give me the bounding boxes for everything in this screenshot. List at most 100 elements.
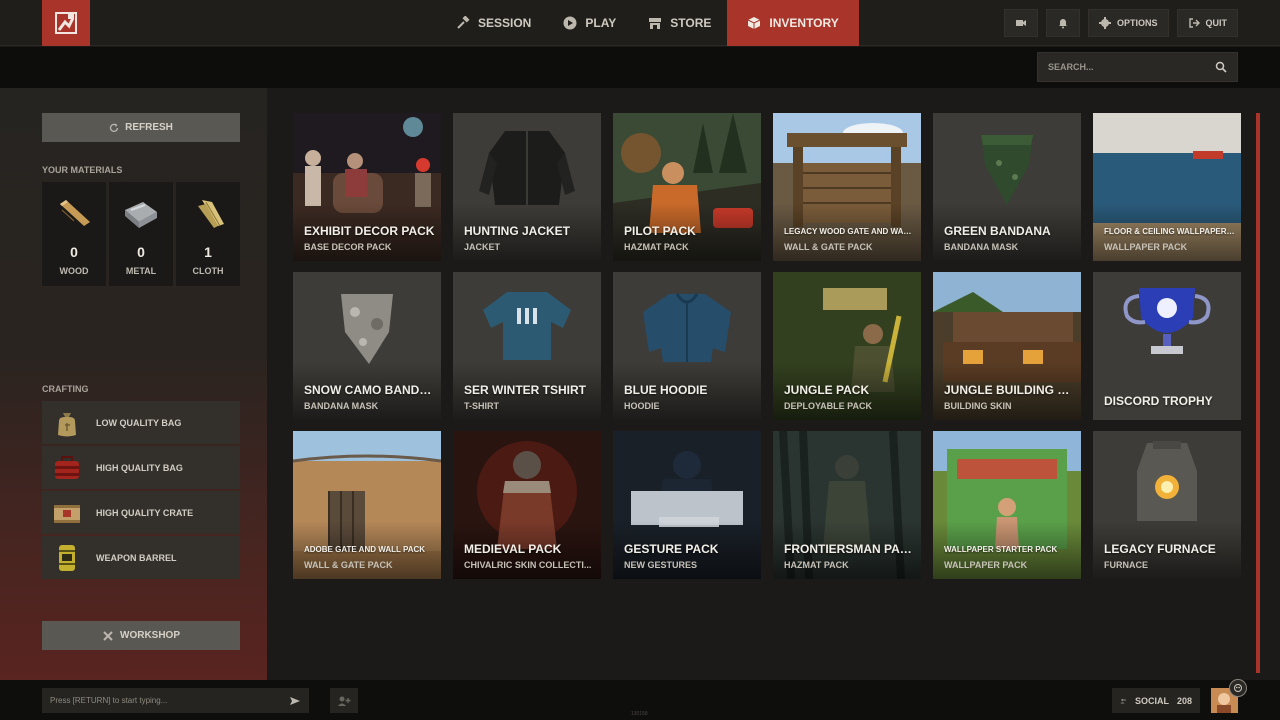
- item-name: PILOT PACK: [624, 224, 696, 238]
- social-label: SOCIAL: [1134, 695, 1169, 706]
- crafting-title: CRAFTING: [42, 384, 89, 394]
- barrel-icon: [59, 544, 75, 571]
- item-card[interactable]: GREEN BANDANA BANDANA MASK: [933, 113, 1081, 261]
- play-icon: [563, 16, 577, 30]
- nav-play[interactable]: PLAY: [547, 0, 632, 46]
- avatar-badge[interactable]: [1229, 679, 1247, 697]
- item-card[interactable]: WALLPAPER STARTER PACK WALLPAPER PACK: [933, 431, 1081, 579]
- sidebar: REFRESH YOUR MATERIALS 0 WOOD 0 METAL 1 …: [0, 88, 267, 680]
- add-friend-button[interactable]: [330, 688, 358, 713]
- nav-inventory-label: INVENTORY: [769, 16, 839, 30]
- notifications-button[interactable]: [1045, 9, 1080, 37]
- nav-play-label: PLAY: [585, 16, 617, 30]
- item-type: JACKET: [464, 242, 501, 252]
- chat-box[interactable]: [42, 688, 309, 713]
- nav-inventory[interactable]: INVENTORY: [727, 0, 859, 46]
- top-nav-bar: SESSION PLAY STORE INVENTORY OPTIONS QUI…: [0, 0, 1280, 46]
- low-quality-bag-icon: [58, 412, 76, 436]
- sub-bar: [0, 47, 1280, 88]
- exit-icon: [1188, 18, 1200, 28]
- chat-input[interactable]: [50, 696, 289, 705]
- item-type: HAZMAT PACK: [624, 242, 689, 252]
- item-name: DISCORD TROPHY: [1104, 394, 1213, 408]
- top-right-controls: OPTIONS QUIT: [1003, 9, 1238, 37]
- item-card[interactable]: LEGACY FURNACE FURNACE: [1093, 431, 1241, 579]
- quit-button[interactable]: QUIT: [1176, 9, 1238, 37]
- materials-panel: 0 WOOD 0 METAL 1 CLOTH: [42, 182, 240, 286]
- item-card[interactable]: DISCORD TROPHY: [1093, 272, 1241, 420]
- item-name: LEGACY WOOD GATE AND WALL P...: [784, 227, 915, 236]
- item-type: WALL & GATE PACK: [784, 242, 873, 252]
- camera-button[interactable]: [1003, 9, 1038, 37]
- item-name: WALLPAPER STARTER PACK: [944, 545, 1058, 554]
- item-card[interactable]: BLUE HOODIE HOODIE: [613, 272, 761, 420]
- options-button[interactable]: OPTIONS: [1087, 9, 1169, 37]
- refresh-button[interactable]: REFRESH: [42, 113, 240, 142]
- rust-logo-icon: [55, 12, 77, 34]
- nav-session[interactable]: SESSION: [440, 0, 547, 46]
- workshop-button[interactable]: WORKSHOP: [42, 621, 240, 650]
- friends-icon: [1120, 698, 1126, 703]
- craft-label: WEAPON BARREL: [96, 552, 177, 563]
- search-input[interactable]: [1048, 62, 1215, 72]
- main-nav: SESSION PLAY STORE INVENTORY: [440, 0, 859, 46]
- nav-store-label: STORE: [670, 16, 712, 30]
- item-type: CHIVALRIC SKIN COLLECTI...: [464, 560, 592, 570]
- item-card[interactable]: ADOBE GATE AND WALL PACK WALL & GATE PAC…: [293, 431, 441, 579]
- item-name: LEGACY FURNACE: [1104, 542, 1216, 556]
- controller-icon: [1234, 684, 1242, 692]
- item-type: BANDANA MASK: [304, 401, 379, 411]
- item-type: WALLPAPER PACK: [1104, 242, 1188, 252]
- craft-low-quality-bag[interactable]: LOW QUALITY BAG: [42, 401, 240, 444]
- craft-high-quality-bag[interactable]: HIGH QUALITY BAG: [42, 446, 240, 489]
- item-name: JUNGLE BUILDING SKIN: [944, 383, 1075, 397]
- crafting-list: LOW QUALITY BAG HIGH QUALITY BAG HIGH QU…: [42, 401, 240, 581]
- craft-weapon-barrel[interactable]: WEAPON BARREL: [42, 536, 240, 579]
- cloth-label: CLOTH: [192, 266, 224, 276]
- search-box[interactable]: [1037, 52, 1238, 82]
- bottom-bar: 130158 SOCIAL 208: [0, 680, 1280, 720]
- item-card[interactable]: MEDIEVAL PACK CHIVALRIC SKIN COLLECTI...: [453, 431, 601, 579]
- item-card[interactable]: SNOW CAMO BANDANA BANDANA MASK: [293, 272, 441, 420]
- material-wood: 0 WOOD: [42, 182, 106, 286]
- item-card[interactable]: LEGACY WOOD GATE AND WALL P... WALL & GA…: [773, 113, 921, 261]
- social-button[interactable]: SOCIAL 208: [1112, 688, 1200, 713]
- nav-store[interactable]: STORE: [632, 0, 727, 46]
- metal-icon: [125, 202, 157, 228]
- item-card[interactable]: SER WINTER TSHIRT T-SHIRT: [453, 272, 601, 420]
- item-type: BANDANA MASK: [944, 242, 1019, 252]
- wood-count: 0: [70, 244, 78, 260]
- send-icon[interactable]: [289, 695, 301, 707]
- item-card[interactable]: HUNTING JACKET JACKET: [453, 113, 601, 261]
- item-name: GREEN BANDANA: [944, 224, 1051, 238]
- craft-high-quality-crate[interactable]: HIGH QUALITY CRATE: [42, 491, 240, 534]
- high-quality-bag-icon: [55, 455, 79, 479]
- item-type: BUILDING SKIN: [944, 401, 1012, 411]
- item-card[interactable]: JUNGLE BUILDING SKIN BUILDING SKIN: [933, 272, 1081, 420]
- item-card[interactable]: EXHIBIT DECOR PACK BASE DECOR PACK: [293, 113, 441, 261]
- scrollbar[interactable]: [1256, 113, 1260, 673]
- search-icon[interactable]: [1215, 61, 1227, 73]
- item-name: BLUE HOODIE: [624, 383, 708, 397]
- item-card[interactable]: JUNGLE PACK DEPLOYABLE PACK: [773, 272, 921, 420]
- item-card[interactable]: FLOOR & CEILING WALLPAPER PA... WALLPAPE…: [1093, 113, 1241, 261]
- item-card[interactable]: FRONTIERSMAN PACK HAZMAT PACK: [773, 431, 921, 579]
- options-label: OPTIONS: [1116, 18, 1158, 28]
- item-name: MEDIEVAL PACK: [464, 542, 562, 556]
- rust-logo[interactable]: [42, 0, 90, 46]
- item-name: HUNTING JACKET: [464, 224, 571, 238]
- version-text: 130158: [631, 711, 648, 717]
- tools-icon: [103, 630, 113, 641]
- item-card[interactable]: PILOT PACK HAZMAT PACK: [613, 113, 761, 261]
- item-name: GESTURE PACK: [624, 542, 719, 556]
- item-card[interactable]: GESTURE PACK NEW GESTURES: [613, 431, 761, 579]
- item-type: FURNACE: [1104, 560, 1148, 570]
- item-name: SNOW CAMO BANDANA: [304, 383, 435, 397]
- item-type: BASE DECOR PACK: [304, 242, 392, 252]
- hammer-icon: [457, 16, 470, 29]
- wood-label: WOOD: [59, 266, 89, 276]
- gear-icon: [1098, 17, 1111, 29]
- refresh-label: REFRESH: [125, 122, 173, 133]
- item-name: SER WINTER TSHIRT: [464, 383, 586, 397]
- nav-session-label: SESSION: [478, 16, 532, 30]
